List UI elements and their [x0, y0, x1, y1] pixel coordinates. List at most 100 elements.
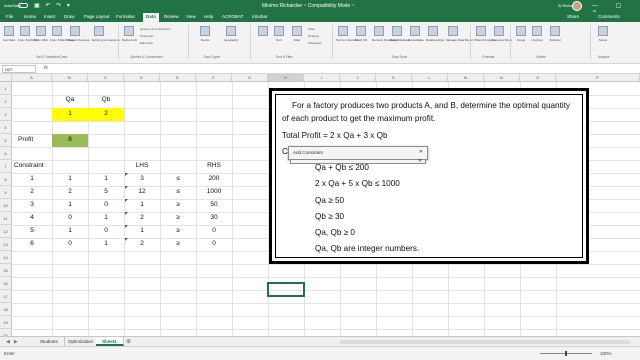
tab-help[interactable]: Help [204, 14, 213, 19]
advanced-item[interactable]: Advanced [308, 41, 321, 45]
row-header[interactable]: 13 [0, 238, 12, 251]
flash-fill-button[interactable]: Flash Fill [354, 26, 368, 42]
manage-data-model-button[interactable]: Manage Data Model [446, 26, 473, 42]
tab-view[interactable]: View [186, 14, 196, 19]
consolidate-button[interactable]: Consolidate [408, 26, 424, 42]
text-to-columns-button[interactable]: Text to Columns [336, 26, 358, 42]
edit-links-item[interactable]: Edit Links [140, 41, 153, 45]
tab-draw[interactable]: Draw [64, 14, 75, 19]
data-validation-button[interactable]: Data Validation [390, 26, 410, 42]
row-header[interactable]: 12 [0, 225, 12, 238]
tab-home[interactable]: Home [24, 14, 36, 19]
tab-insert[interactable]: Insert [44, 14, 55, 19]
group-button[interactable]: Group [514, 26, 528, 42]
row-header[interactable]: 18 [0, 303, 12, 316]
operator[interactable]: ≤ [160, 188, 196, 195]
row-header[interactable]: 5 [0, 134, 12, 147]
column-header[interactable]: H [268, 74, 304, 82]
operator[interactable]: ≥ [160, 214, 196, 221]
qb-header[interactable]: Qb [88, 96, 124, 103]
rhs-value[interactable]: 200 [196, 175, 232, 182]
error-indicator-icon[interactable] [125, 199, 128, 202]
from-text-csv-button[interactable]: From Text/CSV [18, 26, 38, 42]
properties-item[interactable]: Properties [140, 34, 154, 38]
rhs-value[interactable]: 0 [196, 240, 232, 247]
operator[interactable]: ≥ [160, 240, 196, 247]
sheet-nav-arrows[interactable]: ◀▶ [6, 339, 22, 345]
row-header[interactable]: 16 [0, 277, 12, 290]
operator[interactable]: ≥ [160, 201, 196, 208]
lhs-value[interactable]: 2 [124, 214, 160, 221]
recent-sources-button[interactable]: Recent Sources [68, 26, 89, 42]
coef-b[interactable]: 1 [88, 214, 124, 221]
coef-b[interactable]: 0 [88, 227, 124, 234]
solver-button[interactable]: Solver [596, 26, 610, 42]
tab-review[interactable]: Review [164, 14, 179, 19]
error-indicator-icon[interactable] [125, 186, 128, 189]
what-if-analysis-button[interactable]: What-If Analysis [474, 26, 496, 42]
rhs-value[interactable]: 0 [196, 227, 232, 234]
sort-button[interactable]: Sort [272, 26, 286, 42]
constraint-id[interactable]: 3 [12, 201, 52, 208]
sheet-tab-students[interactable]: Students [34, 337, 65, 346]
column-header[interactable]: J [340, 74, 376, 82]
refresh-all-button[interactable]: Refresh All [122, 26, 137, 42]
ungroup-button[interactable]: Ungroup [530, 26, 544, 42]
horizontal-scrollbar[interactable] [340, 340, 630, 344]
row-header[interactable]: 11 [0, 212, 12, 225]
constraint-id[interactable]: 1 [12, 175, 52, 182]
coef-a[interactable]: 1 [52, 175, 88, 182]
constraint-id[interactable]: 5 [12, 227, 52, 234]
qb-value-cell[interactable]: 2 [88, 110, 124, 117]
column-header[interactable]: B [52, 74, 88, 82]
column-header[interactable]: O [520, 74, 556, 82]
error-indicator-icon[interactable] [125, 225, 128, 228]
column-header[interactable]: G [232, 74, 268, 82]
error-indicator-icon[interactable] [125, 238, 128, 241]
problem-text-box[interactable]: For a factory produces two products A, a… [269, 88, 589, 264]
rhs-value[interactable]: 50 [196, 201, 232, 208]
row-header[interactable]: 6 [0, 147, 12, 160]
active-cell-selection[interactable] [267, 282, 305, 297]
row-header[interactable]: 4 [0, 121, 12, 134]
constraint-id[interactable]: 2 [12, 188, 52, 195]
close-icon[interactable]: ✕ [418, 158, 422, 164]
column-header[interactable]: F [196, 74, 232, 82]
qa-header[interactable]: Qa [52, 96, 88, 103]
column-header[interactable]: P [556, 74, 640, 82]
column-header[interactable]: L [412, 74, 448, 82]
sort-az-button[interactable] [256, 26, 270, 36]
rhs-value[interactable]: 30 [196, 214, 232, 221]
tab-kinobar[interactable]: Kinobar [252, 14, 268, 19]
coef-a[interactable]: 2 [52, 188, 88, 195]
quick-access-toolbar[interactable]: ▣ ↶ ↷ ▾ [34, 2, 72, 9]
geography-button[interactable]: Geography [220, 26, 242, 42]
column-header[interactable]: I [304, 74, 340, 82]
add-sheet-icon[interactable]: ⊕ [126, 338, 131, 345]
coef-b[interactable]: 1 [88, 240, 124, 247]
lhs-value[interactable]: 2 [124, 240, 160, 247]
column-header[interactable]: N [484, 74, 520, 82]
row-header[interactable]: 2 [0, 95, 12, 108]
row-header[interactable]: 1 [0, 82, 12, 95]
coef-a[interactable]: 0 [52, 214, 88, 221]
coef-b[interactable]: 5 [88, 188, 124, 195]
constraint-header[interactable]: Constraint [14, 162, 44, 169]
coef-a[interactable]: 0 [52, 240, 88, 247]
from-web-button[interactable]: From Web [34, 26, 48, 42]
coef-a[interactable]: 1 [52, 227, 88, 234]
constraint-id[interactable]: 6 [12, 240, 52, 247]
rhs-header[interactable]: RHS [196, 162, 232, 169]
autosave-toggle[interactable] [18, 3, 28, 8]
tab-formulas[interactable]: Formulas [116, 14, 135, 19]
tab-page-layout[interactable]: Page Layout [84, 14, 109, 19]
tab-data[interactable]: Data [143, 13, 159, 22]
row-header[interactable]: 19 [0, 316, 12, 329]
add-constraint-dialog[interactable]: Add Constraint ✕ [288, 146, 428, 160]
get-data-button[interactable]: Get Data [2, 26, 16, 42]
existing-connections-button[interactable]: Existing Connections [92, 26, 120, 42]
lhs-header[interactable]: LHS [124, 162, 160, 169]
lhs-value[interactable]: 1 [124, 227, 160, 234]
operator[interactable]: ≥ [160, 227, 196, 234]
profit-label[interactable]: Profit [18, 136, 33, 143]
